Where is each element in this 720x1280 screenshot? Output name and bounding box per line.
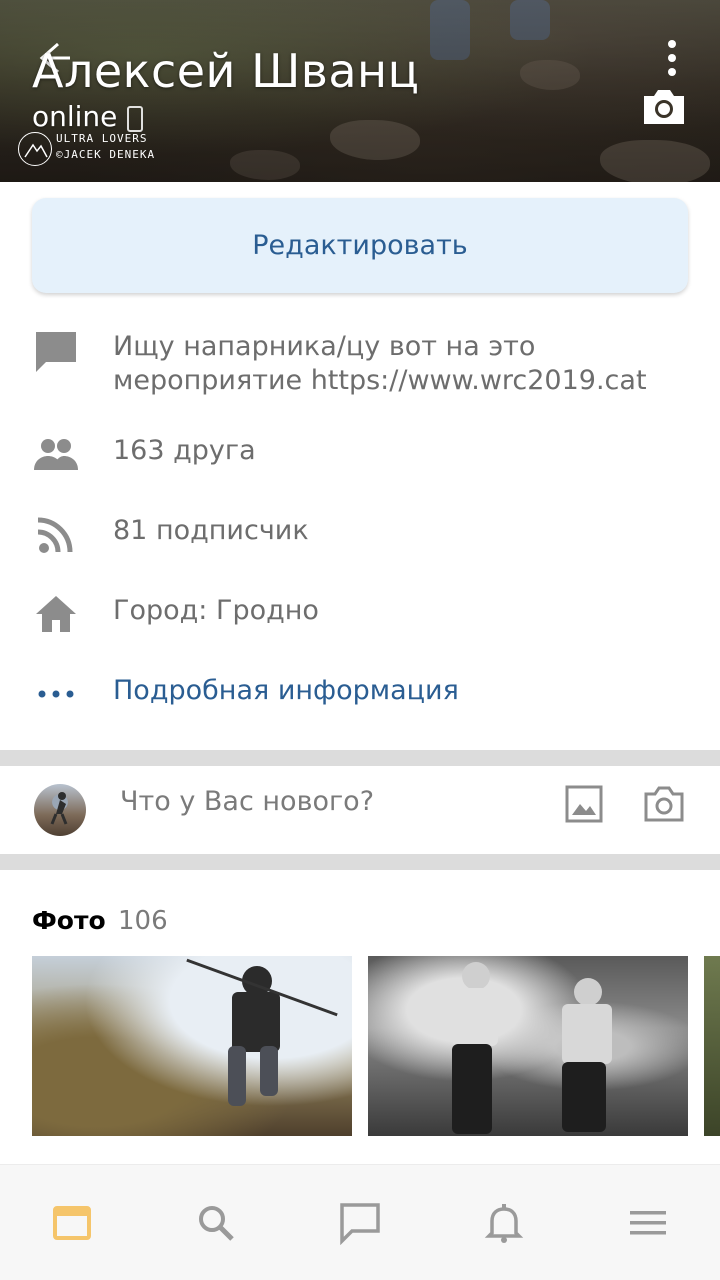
nav-messages[interactable] [338,1201,382,1246]
search-icon [199,1206,234,1241]
feed-icon [53,1206,91,1240]
status-text-line-2: мероприятие https://www.wrc2019.cat [113,365,647,396]
people-icon [32,430,80,478]
section-divider [0,750,720,766]
mobile-icon [127,106,143,132]
photos-section-title[interactable]: Фото [32,906,106,935]
watermark-line-1: ULTRA LOVERS [56,132,148,145]
nav-feed[interactable] [50,1201,94,1245]
more-options-button[interactable] [652,36,692,76]
mountain-logo-icon [18,132,52,166]
message-icon [32,328,80,376]
followers-count: 81 подписчик [113,515,309,546]
profile-name: Алексей Шванц [32,44,420,98]
photo-thumbnail[interactable] [368,956,688,1136]
status-text-line-1: Ищу напарника/цу вот на это [113,331,536,362]
bell-icon [484,1204,524,1243]
nav-notifications[interactable] [482,1201,526,1245]
nav-menu[interactable] [626,1201,670,1245]
friends-count: 163 друга [113,435,256,466]
attach-photo-button[interactable] [564,784,604,824]
nav-search[interactable] [194,1201,238,1245]
dots-icon [32,670,80,718]
camera-icon [644,786,684,822]
change-cover-button[interactable] [640,86,688,128]
menu-icon [630,1211,666,1235]
new-post-input[interactable]: Что у Вас нового? [120,786,374,817]
image-icon [565,785,603,823]
avatar[interactable] [34,784,86,836]
online-status: online [32,100,118,133]
message-icon [340,1203,380,1246]
profile-cover: Алексей Шванц online ULTRA LOVERS ©JACEK… [0,0,720,182]
camera-icon [644,90,684,124]
watermark-line-2: ©JACEK DENEKA [56,148,156,161]
city-text: Город: Гродно [113,595,319,626]
bottom-navigation [0,1164,720,1280]
section-divider [0,854,720,870]
photo-watermark: ULTRA LOVERS ©JACEK DENEKA [18,130,154,170]
take-photo-button[interactable] [642,784,686,824]
more-info-link[interactable]: Подробная информация [113,674,459,708]
home-icon [32,590,80,638]
more-vertical-icon [668,40,676,48]
photos-count: 106 [118,906,168,936]
photo-thumbnail[interactable] [704,956,720,1136]
rss-icon [32,510,80,558]
photo-thumbnail[interactable] [32,956,352,1136]
edit-profile-button[interactable]: Редактировать [32,198,688,293]
